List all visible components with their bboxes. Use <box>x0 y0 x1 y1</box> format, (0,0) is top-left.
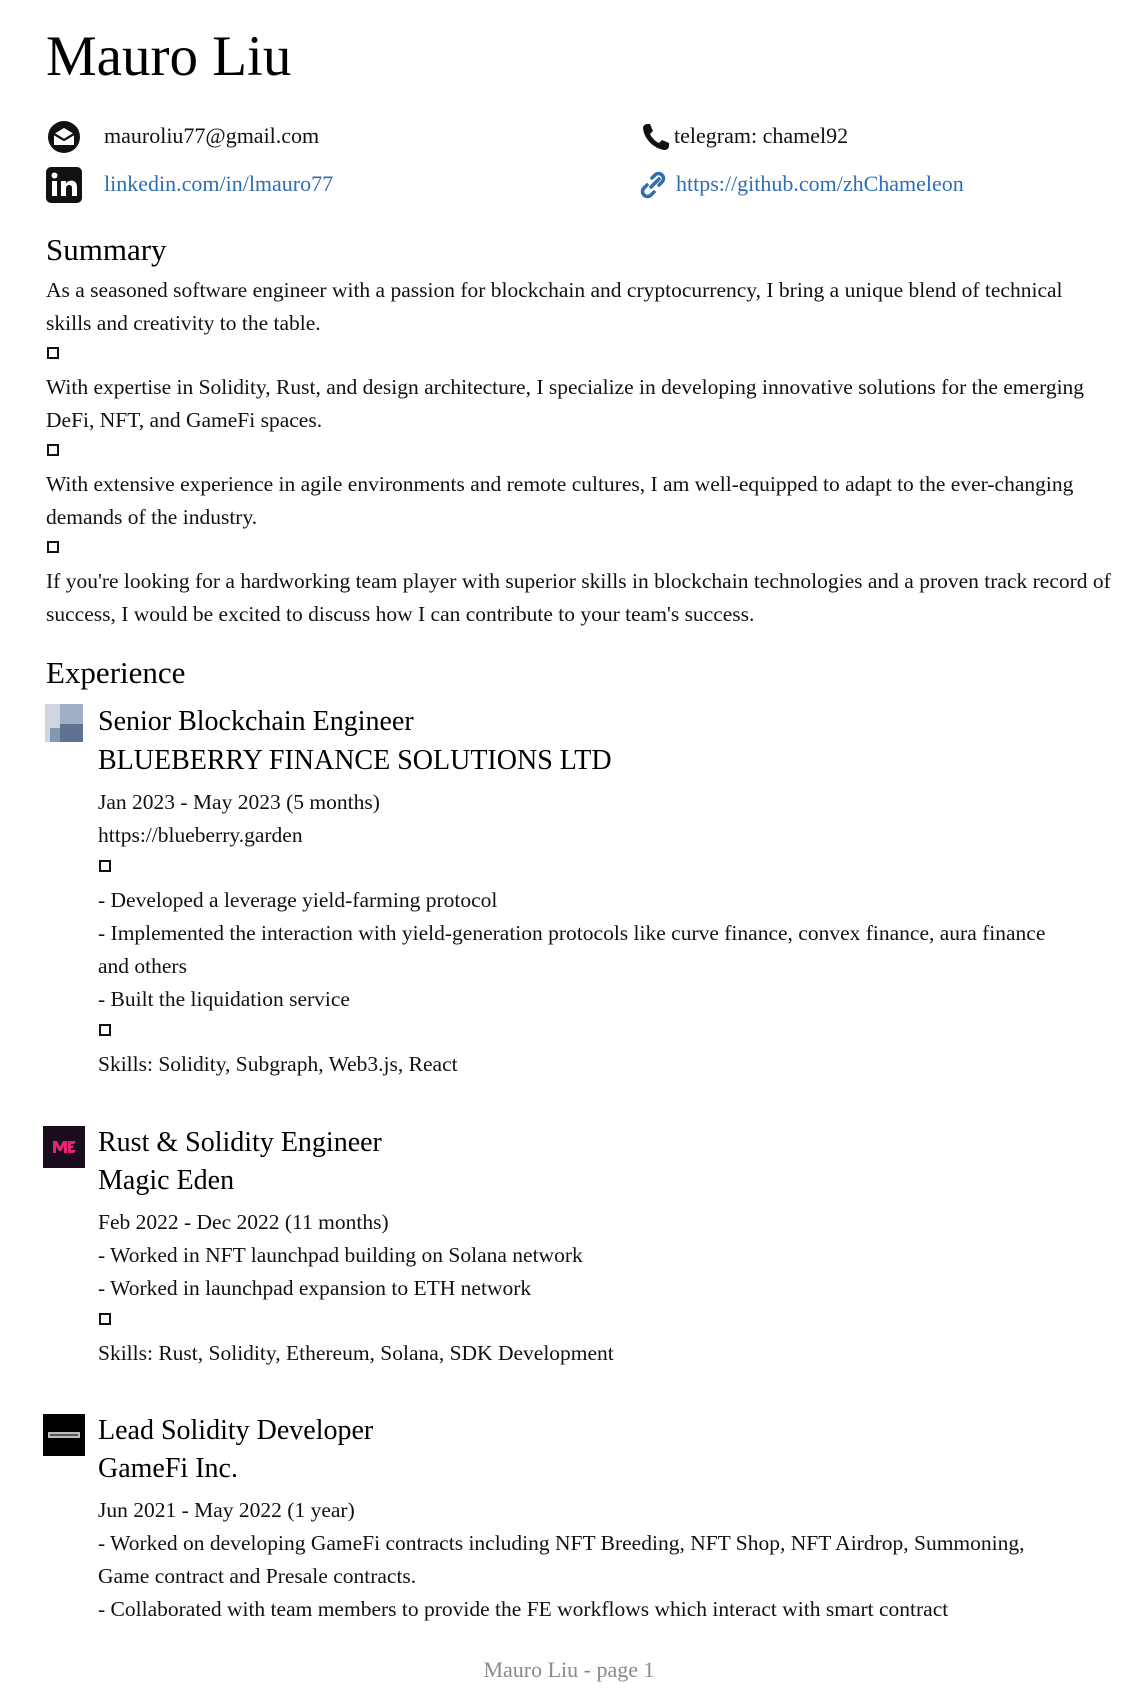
gamefi-logo-icon <box>43 1414 85 1456</box>
blueberry-logo-icon <box>45 704 83 742</box>
envelope-icon <box>46 119 82 155</box>
telegram-text: telegram: chamel92 <box>674 123 849 148</box>
resume-page: Mauro Liu mauroliu77@gmail.com telegram:… <box>0 0 1138 1698</box>
contact-email: mauroliu77@gmail.com <box>46 119 546 155</box>
job-company: BLUEBERRY FINANCE SOLUTIONS LTD <box>98 745 612 776</box>
linkedin-link[interactable]: linkedin.com/in/lmauro77 <box>104 171 333 197</box>
job-bullet: - Implemented the interaction with yield… <box>98 921 1046 978</box>
checkbox-icon <box>47 347 59 359</box>
job-bullet: - Collaborated with team members to prov… <box>98 1597 949 1621</box>
contact-github: https://github.com/zhChameleon <box>638 167 1098 203</box>
contact-telegram: telegram: chamel92 <box>638 119 1088 155</box>
checkbox-icon <box>47 541 59 553</box>
email-text[interactable]: mauroliu77@gmail.com <box>104 123 319 149</box>
checkbox-icon <box>99 860 111 872</box>
contact-linkedin: linkedin.com/in/lmauro77 <box>46 167 546 203</box>
job-title: Lead Solidity Developer <box>98 1415 374 1446</box>
job-url: https://blueberry.garden <box>98 823 303 847</box>
summary-paragraph: If you're looking for a hardworking team… <box>46 569 1111 626</box>
link-icon <box>638 167 668 203</box>
summary-paragraph: With extensive experience in agile envir… <box>46 472 1074 529</box>
job-dates: Jun 2021 - May 2022 (1 year) <box>98 1498 355 1522</box>
job-title: Rust & Solidity Engineer <box>98 1127 382 1158</box>
phone-icon <box>638 119 674 155</box>
job-bullet: - Built the liquidation service <box>98 987 350 1011</box>
job-bullet: - Developed a leverage yield-farming pro… <box>98 888 498 912</box>
summary-heading: Summary <box>46 232 167 267</box>
job-skills: Skills: Rust, Solidity, Ethereum, Solana… <box>98 1341 614 1365</box>
checkbox-icon <box>99 1024 111 1036</box>
job-dates: Feb 2022 - Dec 2022 (11 months) <box>98 1210 389 1234</box>
magic-eden-logo-icon <box>43 1126 85 1168</box>
job-title: Senior Blockchain Engineer <box>98 706 414 737</box>
job-dates: Jan 2023 - May 2023 (5 months) <box>98 790 380 814</box>
job-bullet: - Worked on developing GameFi contracts … <box>98 1531 1025 1588</box>
checkbox-icon <box>99 1313 111 1325</box>
candidate-name: Mauro Liu <box>46 25 292 88</box>
job-bullet: - Worked in launchpad expansion to ETH n… <box>98 1276 532 1300</box>
summary-paragraph: As a seasoned software engineer with a p… <box>46 278 1063 335</box>
page-footer: Mauro Liu - page 1 <box>483 1657 655 1682</box>
job-company: Magic Eden <box>98 1165 235 1196</box>
job-company: GameFi Inc. <box>98 1453 238 1484</box>
github-link[interactable]: https://github.com/zhChameleon <box>676 171 964 197</box>
experience-heading: Experience <box>46 655 186 690</box>
job-bullet: - Worked in NFT launchpad building on So… <box>98 1243 583 1267</box>
summary-paragraph: With expertise in Solidity, Rust, and de… <box>46 375 1085 432</box>
job-skills: Skills: Solidity, Subgraph, Web3.js, Rea… <box>98 1052 458 1076</box>
linkedin-icon <box>46 167 82 203</box>
checkbox-icon <box>47 444 59 456</box>
